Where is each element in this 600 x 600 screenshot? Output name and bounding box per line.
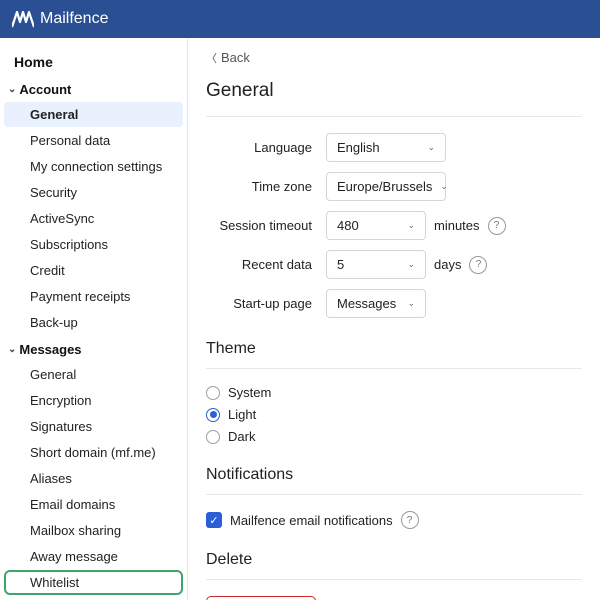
sidebar-item-activesync[interactable]: ActiveSync bbox=[4, 206, 183, 231]
sidebar-group-label: Account bbox=[19, 82, 71, 97]
sidebar: Home ⌄ Account General Personal data My … bbox=[0, 38, 188, 600]
radio-label: Light bbox=[228, 407, 256, 422]
radio-icon bbox=[206, 430, 220, 444]
divider bbox=[206, 494, 582, 495]
radio-theme-system[interactable]: System bbox=[206, 385, 582, 400]
label-timezone: Time zone bbox=[206, 179, 326, 194]
section-title-theme: Theme bbox=[206, 340, 582, 358]
field-session-timeout: Session timeout 480 ⌄ minutes ? bbox=[206, 211, 582, 240]
divider bbox=[206, 116, 582, 117]
sidebar-item-connection-settings[interactable]: My connection settings bbox=[4, 154, 183, 179]
select-startup-page[interactable]: Messages ⌄ bbox=[326, 289, 426, 318]
label-recent-data: Recent data bbox=[206, 257, 326, 272]
topbar: Mailfence bbox=[0, 0, 600, 38]
sidebar-item-aliases[interactable]: Aliases bbox=[4, 466, 183, 491]
section-title-delete: Delete bbox=[206, 551, 582, 569]
sidebar-group-account[interactable]: ⌄ Account bbox=[0, 76, 187, 101]
main-content: 〈 Back General Language English ⌄ Time zo… bbox=[188, 38, 600, 600]
select-timezone-value: Europe/Brussels bbox=[337, 179, 432, 194]
sidebar-item-credit[interactable]: Credit bbox=[4, 258, 183, 283]
select-language-value: English bbox=[337, 140, 380, 155]
back-link[interactable]: 〈 Back bbox=[206, 46, 582, 70]
sidebar-item-email-domains[interactable]: Email domains bbox=[4, 492, 183, 517]
sidebar-item-short-domain[interactable]: Short domain (mf.me) bbox=[4, 440, 183, 465]
select-recent-data[interactable]: 5 ⌄ bbox=[326, 250, 426, 279]
sidebar-item-payment-receipts[interactable]: Payment receipts bbox=[4, 284, 183, 309]
sidebar-group-label: Messages bbox=[19, 342, 81, 357]
field-recent-data: Recent data 5 ⌄ days ? bbox=[206, 250, 582, 279]
checkbox-email-notifications[interactable]: ✓ Mailfence email notifications ? bbox=[206, 511, 582, 529]
chevron-down-icon: ⌄ bbox=[8, 344, 16, 355]
sidebar-item-general[interactable]: General bbox=[4, 102, 183, 127]
delete-button[interactable] bbox=[206, 596, 316, 600]
sidebar-group-messages[interactable]: ⌄ Messages bbox=[0, 336, 187, 361]
help-icon[interactable]: ? bbox=[469, 256, 487, 274]
select-session-timeout-value: 480 bbox=[337, 218, 359, 233]
divider bbox=[206, 579, 582, 580]
radio-label: System bbox=[228, 385, 271, 400]
select-session-timeout[interactable]: 480 ⌄ bbox=[326, 211, 426, 240]
sidebar-home[interactable]: Home bbox=[0, 48, 187, 76]
field-startup-page: Start-up page Messages ⌄ bbox=[206, 289, 582, 318]
section-title-general: General bbox=[206, 80, 582, 102]
label-startup-page: Start-up page bbox=[206, 296, 326, 311]
radio-theme-dark[interactable]: Dark bbox=[206, 429, 582, 444]
sidebar-item-away-message[interactable]: Away message bbox=[4, 544, 183, 569]
unit-days: days bbox=[434, 257, 461, 272]
sidebar-item-filters[interactable]: Filters bbox=[4, 596, 183, 600]
field-language: Language English ⌄ bbox=[206, 133, 582, 162]
sidebar-item-signatures[interactable]: Signatures bbox=[4, 414, 183, 439]
help-icon[interactable]: ? bbox=[488, 217, 506, 235]
radio-theme-light[interactable]: Light bbox=[206, 407, 582, 422]
sidebar-item-backup[interactable]: Back-up bbox=[4, 310, 183, 335]
sidebar-item-subscriptions[interactable]: Subscriptions bbox=[4, 232, 183, 257]
checkbox-checked-icon: ✓ bbox=[206, 512, 222, 528]
sidebar-item-msg-general[interactable]: General bbox=[4, 362, 183, 387]
checkbox-label: Mailfence email notifications bbox=[230, 513, 393, 528]
field-timezone: Time zone Europe/Brussels ⌄ bbox=[206, 172, 582, 201]
divider bbox=[206, 368, 582, 369]
sidebar-item-encryption[interactable]: Encryption bbox=[4, 388, 183, 413]
chevron-down-icon: ⌄ bbox=[427, 142, 435, 153]
select-language[interactable]: English ⌄ bbox=[326, 133, 446, 162]
unit-minutes: minutes bbox=[434, 218, 480, 233]
chevron-down-icon: ⌄ bbox=[8, 84, 16, 95]
chevron-left-icon: 〈 bbox=[206, 53, 217, 65]
brand-logo: Mailfence bbox=[12, 10, 108, 28]
select-startup-page-value: Messages bbox=[337, 296, 396, 311]
label-session-timeout: Session timeout bbox=[206, 218, 326, 233]
chevron-down-icon: ⌄ bbox=[440, 181, 448, 192]
mailfence-logo-icon bbox=[12, 10, 34, 28]
chevron-down-icon: ⌄ bbox=[407, 259, 415, 270]
chevron-down-icon: ⌄ bbox=[407, 220, 415, 231]
radio-icon bbox=[206, 386, 220, 400]
section-title-notifications: Notifications bbox=[206, 466, 582, 484]
help-icon[interactable]: ? bbox=[401, 511, 419, 529]
sidebar-item-personal-data[interactable]: Personal data bbox=[4, 128, 183, 153]
radio-icon bbox=[206, 408, 220, 422]
label-language: Language bbox=[206, 140, 326, 155]
sidebar-item-whitelist[interactable]: Whitelist bbox=[4, 570, 183, 595]
radio-label: Dark bbox=[228, 429, 255, 444]
sidebar-item-security[interactable]: Security bbox=[4, 180, 183, 205]
select-timezone[interactable]: Europe/Brussels ⌄ bbox=[326, 172, 446, 201]
chevron-down-icon: ⌄ bbox=[407, 298, 415, 309]
back-label: Back bbox=[221, 50, 250, 65]
brand-name: Mailfence bbox=[40, 10, 108, 28]
sidebar-item-mailbox-sharing[interactable]: Mailbox sharing bbox=[4, 518, 183, 543]
select-recent-data-value: 5 bbox=[337, 257, 344, 272]
